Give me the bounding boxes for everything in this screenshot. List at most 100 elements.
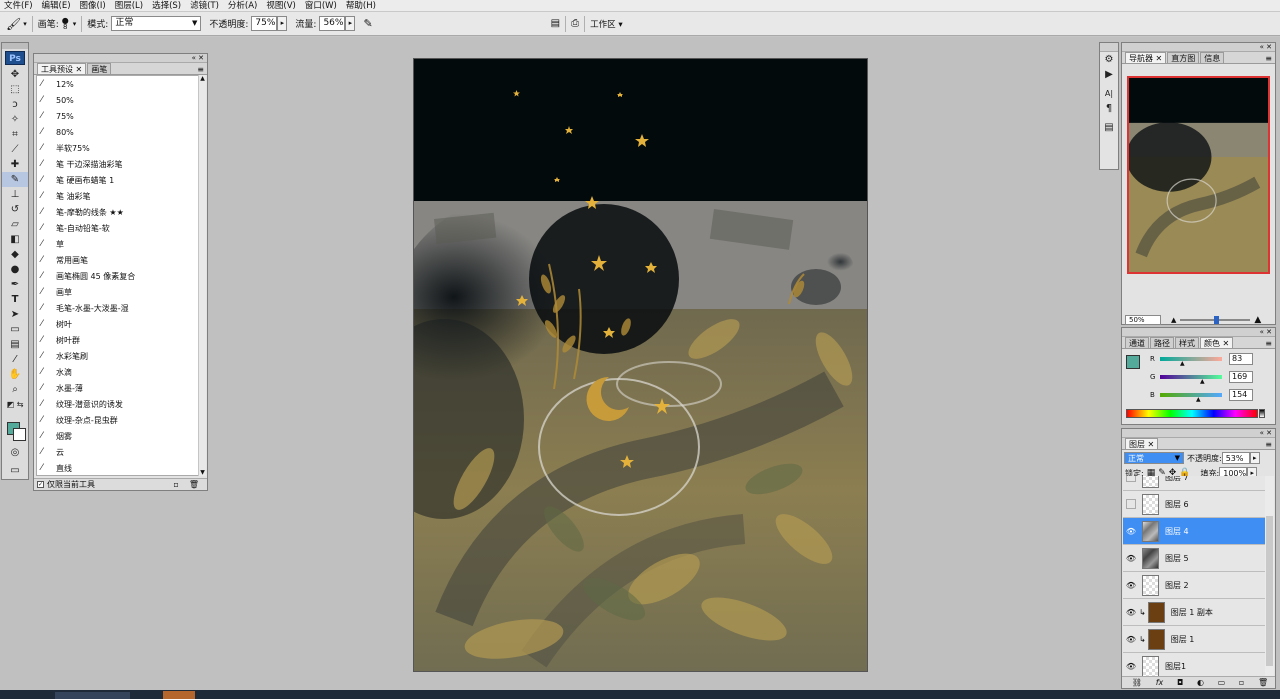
dock-grip[interactable] — [1100, 43, 1118, 52]
layer-comps-panel-icon[interactable]: ▤ — [1100, 120, 1118, 135]
layer-opacity-input[interactable]: 53% — [1221, 452, 1250, 464]
quick-mask-icon[interactable]: ◎ — [2, 445, 28, 460]
delete-layer-icon[interactable]: 🗑 — [1258, 678, 1268, 687]
panel-menu-icon[interactable]: ≡ — [1265, 339, 1272, 348]
opacity-slider-button[interactable]: ▸ — [277, 16, 288, 31]
paint-bucket-tool-icon[interactable]: ◧ — [2, 232, 28, 247]
preset-item[interactable]: ⁄ 笔 油彩笔 — [37, 188, 205, 204]
link-layers-icon[interactable]: ⛓ — [1132, 678, 1142, 687]
new-layer-icon[interactable]: ▫ — [1239, 678, 1244, 687]
layer-visibility-eye-icon[interactable]: 👁 — [1123, 635, 1139, 644]
layer-visibility-eye-icon[interactable] — [1126, 476, 1136, 482]
layer-opacity-slider-button[interactable]: ▸ — [1249, 452, 1260, 464]
layer-visibility-eye-icon[interactable]: 👁 — [1123, 662, 1139, 671]
lasso-tool-icon[interactable]: ↄ — [2, 97, 28, 112]
new-group-icon[interactable]: ▭ — [1218, 678, 1226, 687]
tab-channels[interactable]: 通道 — [1125, 337, 1149, 348]
menu-item[interactable]: 编辑(E) — [42, 0, 71, 12]
layer-name[interactable]: 图层 5 — [1165, 553, 1189, 564]
layer-row[interactable]: 👁 图层 2 — [1123, 572, 1265, 599]
current-tool-only-checkbox[interactable]: ✓ — [37, 481, 44, 488]
history-panel-icon[interactable]: ⚙ — [1100, 52, 1118, 67]
panel-menu-icon[interactable]: ≡ — [1265, 54, 1272, 63]
preset-item[interactable]: ⁄ 画草 — [37, 284, 205, 300]
mode-select[interactable]: 正常 ▼ — [111, 16, 202, 31]
layer-visibility-eye-icon[interactable] — [1126, 499, 1136, 509]
blur-tool-icon[interactable]: ◆ — [2, 247, 28, 262]
red-value-input[interactable]: 83 — [1229, 353, 1253, 365]
layer-row[interactable]: 👁 图层 4 — [1123, 518, 1265, 545]
new-preset-icon[interactable]: ▫ — [173, 480, 178, 489]
preset-item[interactable]: ⁄ 树叶 — [37, 316, 205, 332]
zoom-tool-icon[interactable]: ⌕ — [2, 382, 28, 397]
color-fg-swatch[interactable] — [1126, 355, 1140, 369]
preset-item[interactable]: ⁄ 12% — [37, 76, 205, 92]
layer-thumbnail[interactable] — [1147, 628, 1165, 650]
preset-item[interactable]: ⁄ 树叶群 — [37, 332, 205, 348]
brush-picker-arrow-icon[interactable]: ▾ — [73, 20, 77, 28]
navigator-thumbnail[interactable] — [1127, 76, 1270, 274]
bridge-icon[interactable]: ⎙ — [571, 18, 579, 29]
blue-slider-thumb[interactable]: ▲ — [1196, 396, 1201, 403]
background-color-swatch[interactable] — [13, 428, 26, 441]
magic-wand-tool-icon[interactable]: ✧ — [2, 112, 28, 127]
preset-item[interactable]: ⁄ 烟雾 — [37, 428, 205, 444]
toolbox-grip[interactable] — [2, 43, 28, 49]
preset-item[interactable]: ⁄ 80% — [37, 124, 205, 140]
layer-thumbnail[interactable] — [1142, 476, 1159, 488]
brush-size-picker[interactable]: ● 8 — [62, 16, 69, 31]
layer-row[interactable]: 图层 7 — [1123, 476, 1265, 491]
preset-item[interactable]: ⁄ 直线 — [37, 460, 205, 475]
preset-item[interactable]: ⁄ 50% — [37, 92, 205, 108]
tab-styles[interactable]: 样式 — [1175, 337, 1199, 348]
preset-item[interactable]: ⁄ 75% — [37, 108, 205, 124]
zoom-out-icon[interactable]: ▲ — [1171, 316, 1176, 324]
preset-item[interactable]: ⁄ 水彩笔刷 — [37, 348, 205, 364]
green-slider-thumb[interactable]: ▲ — [1200, 378, 1205, 385]
preset-item[interactable]: ⁄ 纹理-潜意识的诱发 — [37, 396, 205, 412]
preset-item[interactable]: ⁄ 笔 干边深描油彩笔 — [37, 156, 205, 172]
tab-brushes[interactable]: 画笔 — [87, 63, 112, 74]
layer-name[interactable]: 图层 4 — [1165, 526, 1189, 537]
black-white-swatch[interactable] — [1259, 409, 1265, 418]
brush-tool-icon[interactable]: 🖌 — [6, 17, 21, 31]
brush-tool-icon[interactable]: ✎ — [2, 172, 28, 187]
menu-item[interactable]: 窗口(W) — [305, 0, 337, 12]
layer-mask-icon[interactable]: ◘ — [1177, 678, 1183, 687]
airbrush-icon[interactable]: ✎ — [363, 17, 372, 30]
preset-scrollbar[interactable]: ▲ ▼ — [198, 75, 206, 476]
opacity-input[interactable]: 75% — [251, 16, 278, 31]
tool-preset-dropdown-icon[interactable]: ▾ — [23, 20, 27, 28]
pen-tool-icon[interactable]: ✒ — [2, 277, 28, 292]
menu-item[interactable]: 图像(I) — [80, 0, 106, 12]
zoom-slider-thumb[interactable] — [1214, 316, 1220, 324]
panel-menu-icon[interactable]: ≡ — [1265, 440, 1272, 449]
ps-logo[interactable]: Ps — [5, 51, 25, 65]
layer-visibility-eye-icon[interactable]: 👁 — [1123, 581, 1139, 590]
menu-item[interactable]: 滤镜(T) — [190, 0, 219, 12]
character-panel-icon[interactable]: A| — [1100, 86, 1118, 101]
layer-visibility-eye-icon[interactable]: 👁 — [1123, 527, 1139, 536]
dodge-tool-icon[interactable]: ● — [2, 262, 28, 277]
paragraph-panel-icon[interactable]: ¶ — [1100, 101, 1118, 116]
healing-brush-tool-icon[interactable]: ✚ — [2, 157, 28, 172]
panel-grip[interactable]: « ✕ — [1122, 328, 1275, 337]
layer-row[interactable]: 👁 图层 5 — [1123, 545, 1265, 572]
green-slider[interactable]: ▲ — [1160, 375, 1222, 385]
preset-item[interactable]: ⁄ 水墨-薄 — [37, 380, 205, 396]
layer-visibility-eye-icon[interactable]: 👁 — [1123, 554, 1139, 563]
preset-item[interactable]: ⁄ 云 — [37, 444, 205, 460]
menu-item[interactable]: 分析(A) — [228, 0, 257, 12]
panel-grip[interactable]: « ✕ — [1122, 429, 1275, 438]
panel-grip[interactable]: « ✕ — [1122, 43, 1275, 52]
history-brush-tool-icon[interactable]: ↺ — [2, 202, 28, 217]
zoom-slider[interactable] — [1180, 316, 1251, 324]
preset-item[interactable]: ⁄ 笔-摩勒的线条 ★★ — [37, 204, 205, 220]
clone-stamp-tool-icon[interactable]: ⊥ — [2, 187, 28, 202]
eyedropper-tool-icon[interactable]: ⁄ — [2, 352, 28, 367]
actions-panel-icon[interactable]: ▶ — [1100, 67, 1118, 82]
shape-tool-icon[interactable]: ▭ — [2, 322, 28, 337]
preset-item[interactable]: ⁄ 纹理-杂点-昆虫群 — [37, 412, 205, 428]
tab-layers[interactable]: 图层 ✕ — [1125, 438, 1159, 449]
layer-visibility-eye-icon[interactable]: 👁 — [1123, 608, 1139, 617]
